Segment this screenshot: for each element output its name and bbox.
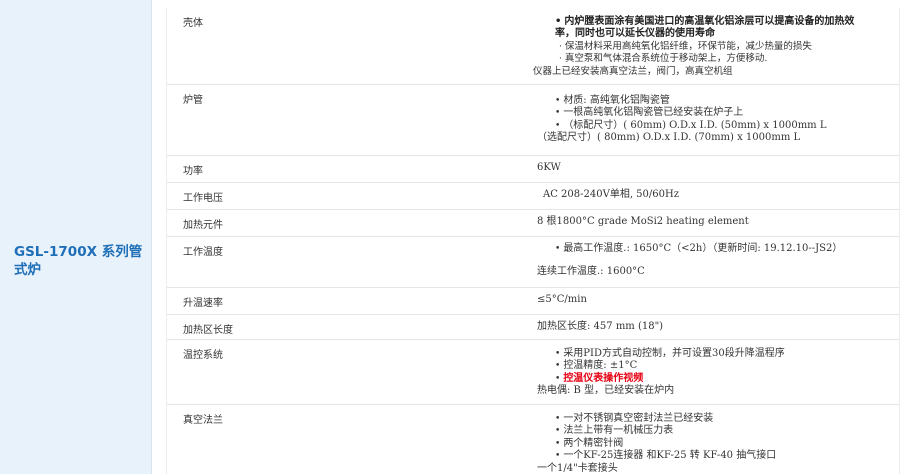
row-value: • 材质: 高纯氧化铝陶瓷管 • 一根高纯氧化铝陶瓷管已经安装在炉子上 • （标配尺寸…	[537, 95, 827, 144]
row-label: 壳体	[183, 18, 203, 29]
bullet-icon: ·	[559, 54, 562, 65]
row-value: 6KW	[537, 162, 561, 173]
row-zone: 加热区长度 加热区长度: 457 mm (18")	[167, 315, 899, 340]
row-label: 功率	[183, 166, 203, 177]
bullet-icon: •	[555, 438, 561, 449]
row-voltage: 工作电压 AC 208-240V单相, 50/60Hz	[167, 183, 899, 210]
bullet-icon: •	[555, 414, 561, 424]
row-label: 真空法兰	[183, 415, 223, 426]
row-label: 温控系统	[183, 350, 223, 361]
bullet-icon: •	[555, 426, 561, 437]
product-title: GSL-1700X 系列管式炉	[14, 244, 143, 278]
row-element: 加热元件 8 根1800°C grade MoSi2 heating eleme…	[167, 210, 899, 237]
row-control: 温控系统 • 采用PID方式自动控制，并可设置30段升降温程序 • 控温精度: ±1…	[167, 340, 899, 405]
row-value: • 内炉膛表面涂有美国进口的高温氧化铝涂层可以提高设备的加热效 率，同时也可以延长…	[533, 16, 855, 77]
bullet-icon: •	[555, 244, 561, 254]
row-label: 工作温度	[183, 247, 223, 258]
bullet-icon: •	[555, 108, 561, 119]
row-value: • 一对不锈钢真空密封法兰已经安装 • 法兰上带有一机械压力表 • 两个精密针阀 • 一…	[537, 413, 777, 474]
sidebar-panel: GSL-1700X 系列管式炉	[0, 0, 152, 474]
row-temperature: 工作温度 • 最高工作温度.: 1650°C（<2h）（更新时间: 19.12.1…	[167, 237, 899, 288]
row-shell: 壳体 • 内炉膛表面涂有美国进口的高温氧化铝涂层可以提高设备的加热效 率，同时也可…	[167, 8, 899, 85]
row-value: AC 208-240V单相, 50/60Hz	[543, 189, 679, 200]
bullet-icon: •	[555, 16, 562, 27]
row-label: 升温速率	[183, 298, 223, 309]
bullet-icon: •	[555, 361, 561, 372]
bullet-icon: •	[555, 96, 561, 106]
row-tube: 炉管 • 材质: 高纯氧化铝陶瓷管 • 一根高纯氧化铝陶瓷管已经安装在炉子上 • （标…	[167, 85, 899, 156]
row-value: • 采用PID方式自动控制，并可设置30段升降温程序 • 控温精度: ±1°C • 控…	[537, 348, 785, 397]
row-value: • 最高工作温度.: 1650°C（<2h）（更新时间: 19.12.10--JS…	[537, 243, 843, 278]
row-value: ≤5°C/min	[537, 294, 587, 305]
row-power: 功率 6KW	[167, 156, 899, 183]
bullet-icon: •	[555, 349, 561, 359]
row-value: 8 根1800°C grade MoSi2 heating element	[537, 216, 749, 227]
bullet-icon: •	[555, 451, 561, 462]
row-label: 炉管	[183, 95, 203, 106]
bullet-icon: •	[555, 120, 561, 131]
row-rate: 升温速率 ≤5°C/min	[167, 288, 899, 315]
control-video-link[interactable]: 控温仪表操作视频	[563, 373, 643, 384]
row-value: 加热区长度: 457 mm (18")	[537, 321, 664, 332]
bullet-icon: ·	[559, 41, 562, 52]
row-label: 工作电压	[183, 193, 223, 204]
row-label: 加热区长度	[183, 325, 233, 336]
spec-table: 壳体 • 内炉膛表面涂有美国进口的高温氧化铝涂层可以提高设备的加热效 率，同时也可…	[166, 8, 900, 474]
bullet-icon: •	[555, 373, 561, 384]
row-flange: 真空法兰 • 一对不锈钢真空密封法兰已经安装 • 法兰上带有一机械压力表 • 两个精密…	[167, 405, 899, 474]
row-label: 加热元件	[183, 220, 223, 231]
